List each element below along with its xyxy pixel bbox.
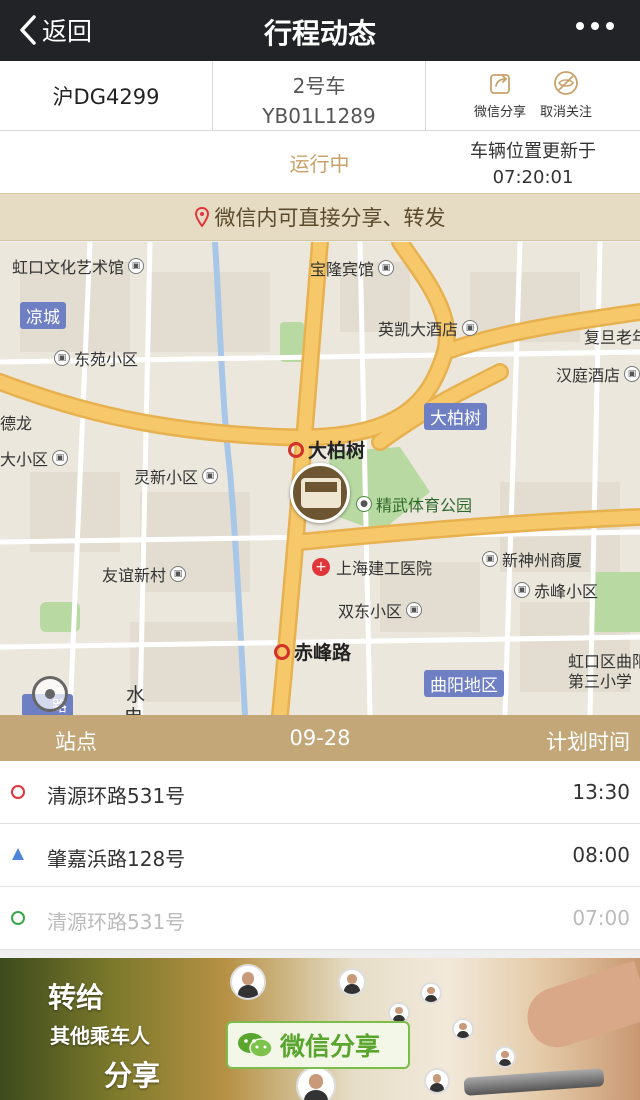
avatar bbox=[230, 964, 266, 1000]
map-label: 友谊新村 ▣ bbox=[102, 562, 187, 586]
map-label: 虹口文化艺术馆 ▣ bbox=[12, 254, 145, 278]
update-label: 车辆位置更新于 bbox=[470, 141, 596, 162]
more-dots-icon[interactable] bbox=[576, 22, 614, 30]
avatar bbox=[494, 1046, 516, 1068]
district-label: 大柏树 bbox=[424, 403, 487, 430]
direction-arrow-icon bbox=[12, 848, 24, 860]
wechat-share-promo-label: 微信分享 bbox=[280, 1032, 381, 1061]
district-label: 凉城 bbox=[20, 302, 66, 329]
update-time: 07:20:01 bbox=[492, 167, 574, 188]
trip-status: 运行中 bbox=[289, 151, 350, 176]
list-item[interactable]: 清源环路531号 13:30 bbox=[0, 761, 640, 824]
avatar bbox=[424, 1068, 450, 1094]
location-pin-icon bbox=[194, 207, 209, 227]
wechat-share-button[interactable]: 微信分享 bbox=[474, 69, 526, 130]
stop-time: 08:00 bbox=[572, 843, 630, 867]
share-hint-text: 微信内可直接分享、转发 bbox=[214, 206, 446, 230]
page-title: 行程动态 bbox=[263, 17, 376, 50]
locate-me-icon[interactable] bbox=[32, 676, 68, 712]
district-label: 曲阳地区 bbox=[424, 670, 504, 697]
origin-marker-icon bbox=[11, 785, 25, 799]
map-label: 德龙 bbox=[0, 414, 33, 433]
share-icon bbox=[490, 74, 510, 94]
avatar bbox=[338, 968, 366, 996]
stop-name: 清源环路531号 bbox=[47, 910, 186, 934]
map-label: ▣ 新神州商厦 bbox=[482, 547, 582, 571]
map-label: ● 精武体育公园 bbox=[356, 492, 472, 516]
share-hint-banner: 微信内可直接分享、转发 bbox=[0, 193, 640, 241]
stop-name: 清源环路531号 bbox=[47, 784, 186, 808]
map-label: ▣ 赤峰小区 bbox=[514, 578, 598, 602]
map-label: + 上海建工医院 bbox=[312, 555, 432, 579]
metro-station-label: 大柏树 bbox=[288, 436, 365, 463]
promo-line-1: 转给 bbox=[48, 981, 105, 1014]
map-label: 电 bbox=[124, 702, 143, 715]
wechat-icon bbox=[238, 1033, 273, 1058]
map-label: ▣ 东苑小区 bbox=[54, 346, 138, 370]
avatar bbox=[420, 982, 442, 1004]
avatar bbox=[452, 1018, 474, 1040]
stops-list: 清源环路531号 13:30 肇嘉浜路128号 08:00 清源环路531号 0… bbox=[0, 761, 640, 950]
eye-off-icon bbox=[554, 71, 578, 95]
bus-name: 2号车 bbox=[292, 74, 346, 98]
route-map[interactable]: 虹口文化艺术馆▣ 宝隆宾馆▣ 凉城 ▣东苑小区 英凯大酒店▣ 复旦老年 汉庭酒店… bbox=[0, 242, 640, 715]
map-label: 汉庭酒店 ▣ bbox=[556, 362, 640, 386]
wechat-share-label: 微信分享 bbox=[473, 105, 526, 120]
map-label: 双东小区 ▣ bbox=[338, 598, 423, 622]
list-item[interactable]: 清源环路531号 07:00 bbox=[0, 887, 640, 950]
list-item[interactable]: 肇嘉浜路128号 08:00 bbox=[0, 824, 640, 887]
stop-column-header: 站点 bbox=[55, 730, 97, 754]
avatar bbox=[296, 1066, 336, 1100]
map-label: 复旦老年 bbox=[584, 328, 640, 347]
wechat-share-promo-button[interactable]: 微信分享 bbox=[226, 1021, 410, 1069]
metro-station-label: 赤峰路 bbox=[274, 638, 351, 665]
map-label: 宝隆宾馆 ▣ bbox=[310, 256, 395, 280]
promo-line-3: 分享 bbox=[104, 1059, 161, 1092]
stops-header: 09-28 站点 计划时间 bbox=[0, 715, 640, 761]
map-label: 英凯大酒店 ▣ bbox=[378, 316, 479, 340]
stop-time: 07:00 bbox=[572, 906, 630, 930]
trip-actions: 微信分享 取消关注 bbox=[426, 61, 640, 130]
stop-time: 13:30 bbox=[572, 780, 630, 804]
stop-name: 肇嘉浜路128号 bbox=[47, 847, 186, 871]
promo-line-2: 其他乘车人 bbox=[50, 1024, 150, 1048]
unfollow-label: 取消关注 bbox=[540, 105, 593, 120]
map-label: 虹口区曲阳第三小学 bbox=[568, 652, 640, 691]
unfollow-button[interactable]: 取消关注 bbox=[540, 69, 592, 130]
time-column-header: 计划时间 bbox=[546, 730, 630, 754]
phone-image bbox=[463, 1068, 605, 1096]
bus-location-marker[interactable] bbox=[290, 463, 350, 523]
plate-number: 沪DG4299 bbox=[0, 61, 213, 130]
trip-info-row: 沪DG4299 2号车 YB01L1289 微信分享 取消关注 bbox=[0, 61, 640, 131]
top-nav-bar: 返回 行程动态 bbox=[0, 0, 640, 61]
bus-code: YB01L1289 bbox=[262, 104, 376, 128]
hand-image bbox=[519, 960, 640, 1056]
map-label: 灵新小区 ▣ bbox=[134, 464, 219, 488]
share-promo-banner[interactable]: 转给 其他乘车人 分享 微信分享 bbox=[0, 958, 640, 1100]
map-label: 大小区 ▣ bbox=[0, 446, 69, 470]
status-row: 运行中 车辆位置更新于 07:20:01 bbox=[0, 131, 640, 193]
terminal-marker-icon bbox=[11, 911, 25, 925]
location-update: 车辆位置更新于 07:20:01 bbox=[426, 139, 640, 191]
bus-info: 2号车 YB01L1289 bbox=[213, 61, 426, 130]
